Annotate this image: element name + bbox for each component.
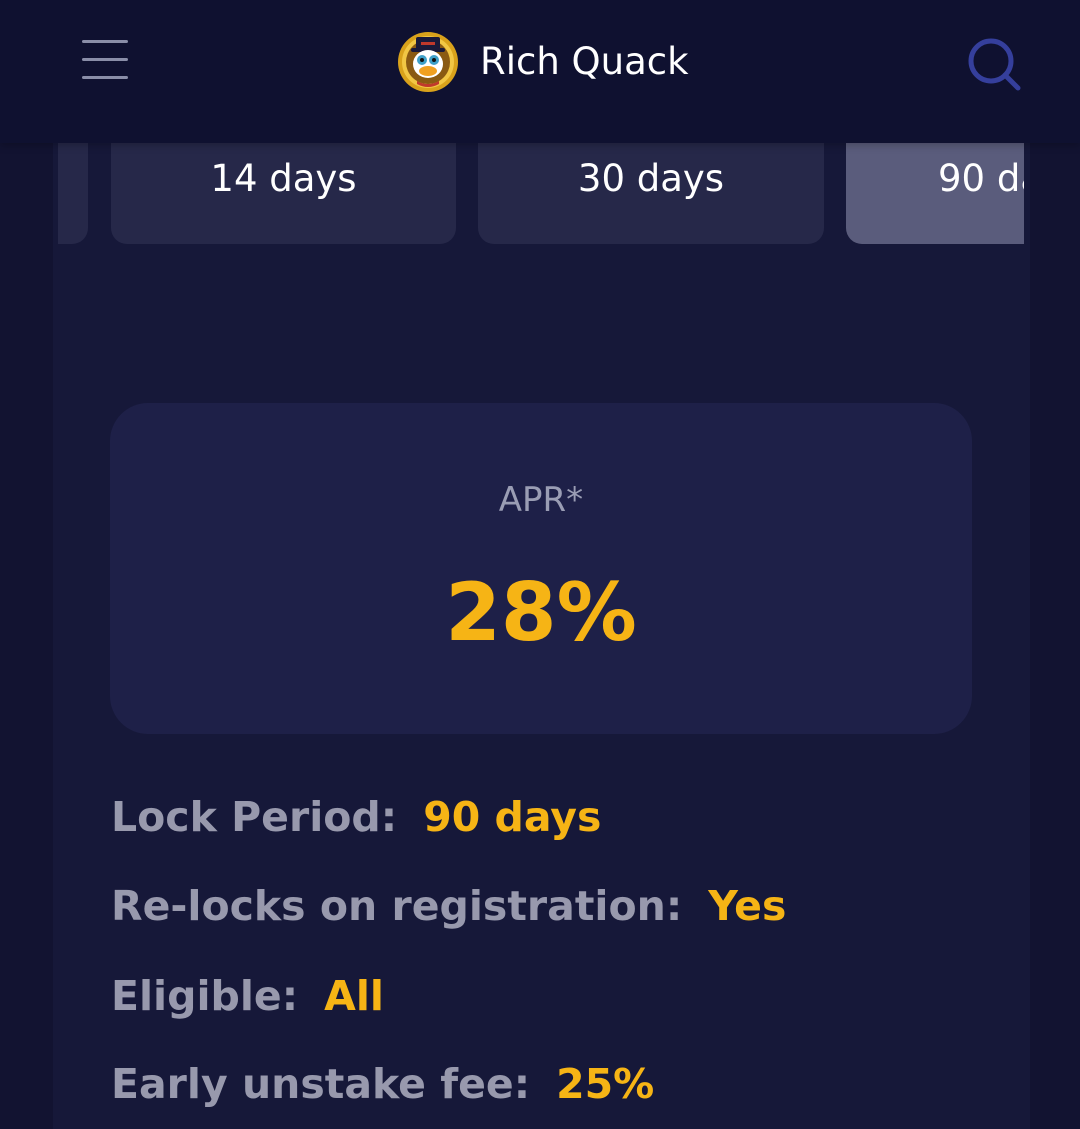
lock-period-tabs: 14 days 30 days 90 days (58, 143, 1024, 245)
apr-value: 28% (445, 566, 637, 659)
rich-quack-duck-logo (398, 32, 458, 92)
lock-tab-partial[interactable] (58, 143, 88, 244)
lock-period-label: Lock Period: (111, 793, 398, 841)
app-header: Rich Quack (0, 0, 1080, 143)
eligible-row: Eligible: All (111, 971, 384, 1021)
apr-card: APR* 28% (110, 403, 972, 734)
relocks-row: Re-locks on registration: Yes (111, 881, 786, 931)
lock-period-value: 90 days (423, 793, 602, 841)
apr-label: APR* (498, 480, 584, 520)
lock-tab-30-days[interactable]: 30 days (478, 143, 824, 244)
relocks-label: Re-locks on registration: (111, 882, 683, 930)
lock-period-row: Lock Period: 90 days (111, 792, 601, 842)
eligible-value: All (324, 972, 384, 1020)
early-unstake-fee-value: 25% (556, 1060, 655, 1108)
early-unstake-fee-label: Early unstake fee: (111, 1060, 531, 1108)
lock-tab-90-days[interactable]: 90 days (846, 143, 1024, 244)
search-icon[interactable] (964, 34, 1024, 94)
early-unstake-fee-row: Early unstake fee: 25% (111, 1059, 654, 1109)
eligible-label: Eligible: (111, 972, 299, 1020)
lock-tab-14-days[interactable]: 14 days (111, 143, 456, 244)
relocks-value: Yes (708, 882, 787, 930)
hamburger-menu-icon[interactable] (82, 40, 128, 80)
brand-name: Rich Quack (480, 40, 689, 83)
